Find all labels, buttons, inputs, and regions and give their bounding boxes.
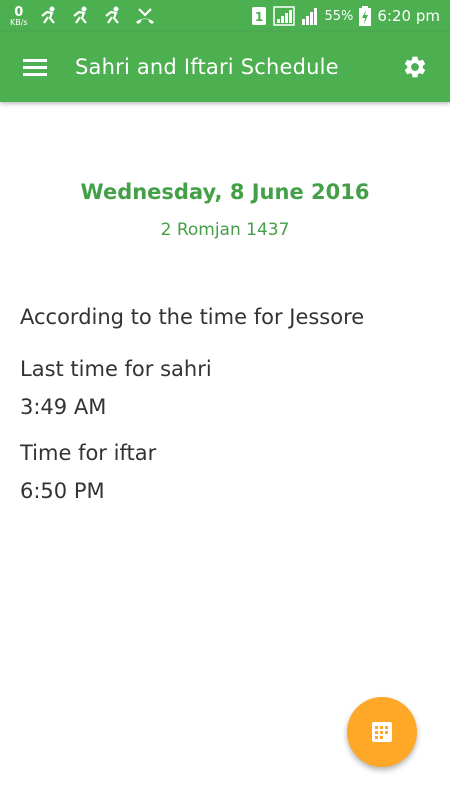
calendar-grid-icon (372, 722, 392, 742)
schedule-info: According to the time for Jessore Last t… (20, 305, 364, 525)
battery-charging-icon (359, 6, 372, 26)
missed-call-icon (135, 8, 154, 24)
status-right: 1 55% 6:20 pm (251, 6, 440, 26)
battery-percentage: 55% (324, 8, 354, 24)
settings-button[interactable] (380, 32, 450, 102)
notification-runner-icon-2 (72, 6, 87, 24)
data-speed-unit: KB/s (10, 17, 28, 27)
status-bar: 0 KB/s 1 55% 6:20 pm (0, 0, 450, 32)
notification-runner-icon (40, 6, 55, 24)
sahri-block: Last time for sahri 3:49 AM (20, 357, 364, 419)
app-bar: Sahri and Iftari Schedule (0, 32, 450, 102)
calendar-fab-button[interactable] (347, 697, 417, 767)
gear-icon (404, 56, 426, 78)
sim-slot-icon: 1 (251, 7, 266, 25)
menu-button[interactable] (0, 32, 70, 102)
hijri-date: 2 Romjan 1437 (160, 220, 290, 240)
signal-strength-icon-2 (301, 8, 317, 25)
gregorian-date: Wednesday, 8 June 2016 (80, 180, 370, 204)
iftar-block: Time for iftar 6:50 PM (20, 441, 364, 503)
clock: 6:20 pm (377, 7, 440, 25)
app-title: Sahri and Iftari Schedule (75, 55, 339, 79)
sim-slot-number: 1 (254, 10, 262, 24)
iftar-time: 6:50 PM (20, 479, 105, 503)
data-speed-value: 0 (14, 4, 24, 20)
notification-runner-icon-3 (104, 6, 119, 24)
iftar-label: Time for iftar (20, 441, 157, 465)
data-speed-indicator: 0 KB/s (10, 6, 28, 27)
sahri-label: Last time for sahri (20, 357, 212, 381)
location-text: According to the time for Jessore (20, 305, 365, 329)
sahri-time: 3:49 AM (20, 395, 107, 419)
hamburger-menu-icon (23, 59, 47, 76)
signal-strength-icon (272, 6, 295, 26)
status-left: 0 KB/s (10, 6, 156, 27)
date-block: Wednesday, 8 June 2016 2 Romjan 1437 (0, 180, 450, 240)
